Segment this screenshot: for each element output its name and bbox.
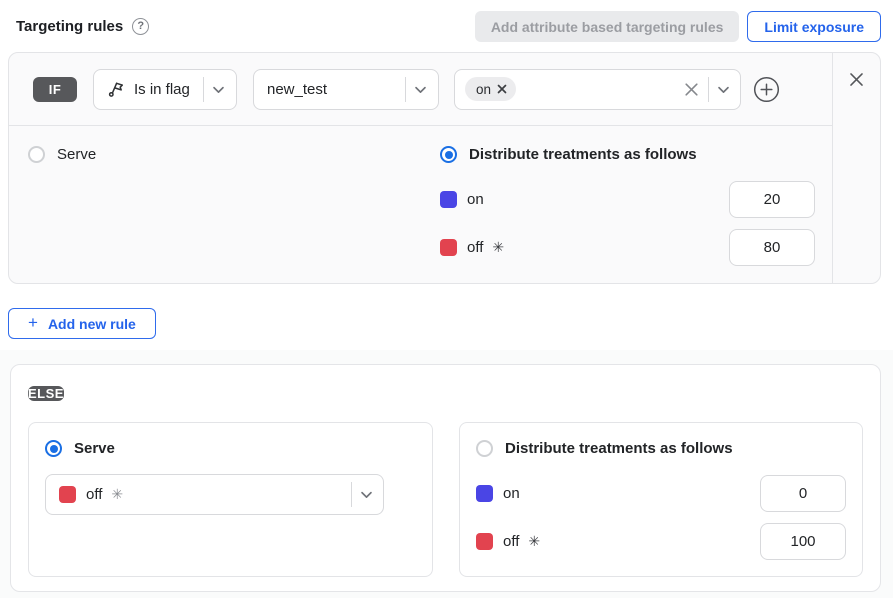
add-condition-button[interactable]	[753, 76, 780, 103]
help-icon[interactable]	[132, 18, 149, 35]
clear-values-icon[interactable]	[683, 81, 700, 98]
targeting-rules-header: Targeting rules Add attribute based targ…	[0, 0, 893, 52]
else-rule-card: ELSE Serve off ✳	[10, 364, 881, 592]
serve-radio-label: Serve	[57, 146, 96, 163]
else-serve-treatment-value: off	[86, 486, 102, 503]
treatment-name: off	[467, 239, 483, 256]
treatment-off-color-swatch	[59, 486, 76, 503]
else-treatment-off-percent-input[interactable]	[760, 523, 846, 560]
default-treatment-icon: ✳	[111, 486, 123, 503]
treatment-name: on	[467, 191, 484, 208]
treatment-name: on	[503, 485, 520, 502]
page-title: Targeting rules	[16, 18, 123, 35]
else-treatment-on-percent-input[interactable]	[760, 475, 846, 512]
treatment-row-off: off ✳	[476, 523, 846, 560]
selected-value-tag: on	[465, 77, 516, 101]
add-new-rule-label: Add new rule	[48, 316, 136, 332]
else-serve-radio[interactable]	[45, 440, 62, 457]
plus-icon: +	[28, 313, 38, 333]
treatment-off-color-swatch	[440, 239, 457, 256]
treatment-on-color-swatch	[476, 485, 493, 502]
treatment-on-color-swatch	[440, 191, 457, 208]
remove-tag-icon[interactable]	[497, 84, 507, 94]
treatment-name: off	[503, 533, 519, 550]
else-section: ELSE Serve off ✳	[0, 350, 893, 598]
else-serve-card: Serve off ✳	[28, 422, 433, 577]
matcher-select[interactable]: Is in flag	[93, 69, 237, 110]
chevron-down-icon	[716, 82, 731, 97]
distribute-radio-label: Distribute treatments as follows	[469, 146, 697, 163]
matcher-select-value: Is in flag	[134, 81, 190, 98]
if-rule-card: IF Is in flag new_test	[8, 52, 881, 284]
if-badge: IF	[33, 77, 77, 102]
plus-circle-icon	[753, 76, 780, 103]
serve-radio[interactable]	[28, 146, 45, 163]
flag-icon	[107, 80, 125, 98]
treatment-row-off: off ✳	[440, 229, 815, 266]
treatment-off-color-swatch	[476, 533, 493, 550]
chevron-down-icon	[413, 82, 428, 97]
treatment-values-multiselect[interactable]: on	[454, 69, 741, 110]
add-new-rule-button[interactable]: + Add new rule	[8, 308, 156, 339]
default-treatment-icon: ✳	[492, 239, 504, 256]
else-distribute-card: Distribute treatments as follows on off …	[459, 422, 863, 577]
close-icon	[848, 71, 865, 88]
if-rule-condition-row: IF Is in flag new_test	[9, 53, 832, 126]
selected-value-tag-label: on	[476, 82, 491, 97]
treatment-on-percent-input[interactable]	[729, 181, 815, 218]
chevron-down-icon	[211, 82, 226, 97]
else-badge: ELSE	[28, 386, 64, 401]
treatment-off-percent-input[interactable]	[729, 229, 815, 266]
else-serve-radio-label: Serve	[74, 440, 115, 457]
flag-select-value: new_test	[267, 81, 327, 98]
add-attribute-rules-button[interactable]: Add attribute based targeting rules	[475, 11, 740, 42]
delete-rule-button[interactable]	[848, 70, 865, 88]
treatment-row-on: on	[476, 475, 846, 512]
else-serve-treatment-select[interactable]: off ✳	[45, 474, 384, 515]
else-distribute-radio[interactable]	[476, 440, 493, 457]
default-treatment-icon: ✳	[528, 533, 540, 550]
limit-exposure-button[interactable]: Limit exposure	[747, 11, 881, 42]
flag-select[interactable]: new_test	[253, 69, 439, 110]
else-distribute-radio-label: Distribute treatments as follows	[505, 440, 733, 457]
distribute-radio[interactable]	[440, 146, 457, 163]
treatment-row-on: on	[440, 181, 815, 218]
chevron-down-icon	[359, 487, 374, 502]
